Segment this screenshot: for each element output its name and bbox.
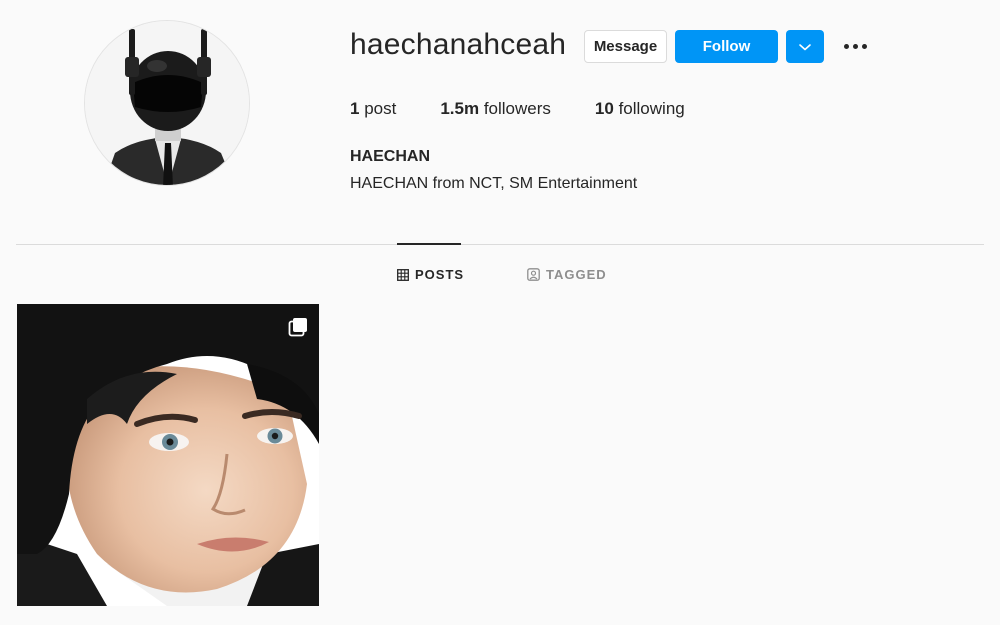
more-horizontal-icon bbox=[843, 43, 849, 49]
tagged-icon bbox=[527, 268, 540, 281]
tab-posts[interactable]: POSTS bbox=[397, 267, 464, 282]
profile-username: haechanahceah bbox=[350, 28, 567, 61]
grid-icon bbox=[397, 268, 409, 281]
profile-stats: 1 post 1.5m followers 10 following bbox=[350, 99, 729, 119]
active-tab-indicator bbox=[397, 243, 461, 245]
following-count[interactable]: 10 following bbox=[595, 99, 685, 119]
message-button[interactable]: Message bbox=[584, 30, 667, 63]
carousel-icon bbox=[288, 318, 307, 337]
follow-button[interactable]: Follow bbox=[675, 30, 778, 63]
chevron-down-icon bbox=[799, 43, 811, 50]
suggested-dropdown-button[interactable] bbox=[786, 30, 824, 63]
posts-count: 1 post bbox=[350, 99, 397, 118]
tab-tagged[interactable]: TAGGED bbox=[527, 267, 607, 282]
post-image bbox=[17, 304, 319, 606]
tabs-divider bbox=[16, 244, 984, 245]
more-options-button[interactable] bbox=[840, 36, 870, 56]
profile-bio: HAECHAN from NCT, SM Entertainment bbox=[350, 175, 638, 192]
followers-count[interactable]: 1.5m followers bbox=[440, 99, 551, 119]
profile-full-name: HAECHAN bbox=[350, 148, 430, 165]
post-thumbnail[interactable] bbox=[17, 304, 319, 606]
profile-avatar[interactable] bbox=[84, 20, 250, 186]
